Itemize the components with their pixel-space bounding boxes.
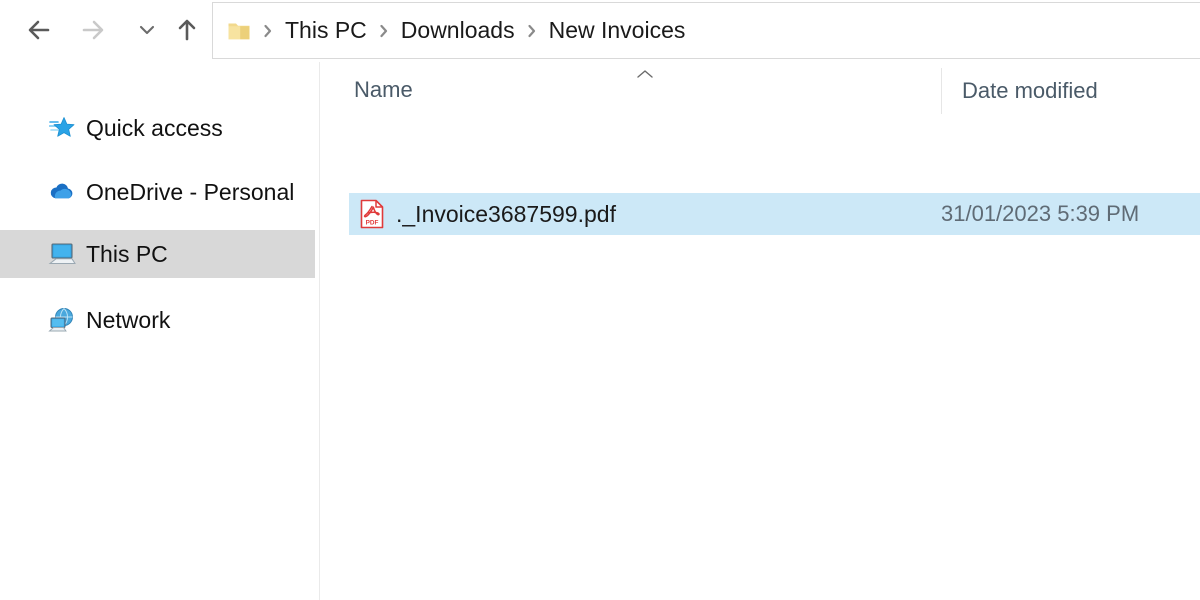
breadcrumb-separator (521, 23, 543, 39)
chevron-down-icon (137, 23, 157, 37)
arrow-right-icon (79, 17, 107, 43)
monitor-icon (48, 240, 76, 268)
breadcrumb: This PC Downloads New Invoices (223, 3, 691, 58)
cloud-icon (48, 178, 76, 206)
pdf-file-icon: PDF (358, 199, 386, 229)
sidebar-item-network[interactable]: Network (0, 296, 315, 344)
column-header-date-modified-label: Date modified (962, 78, 1098, 103)
sidebar-item-this-pc[interactable]: This PC (0, 230, 315, 278)
arrow-left-icon (25, 17, 53, 43)
sidebar-item-label: This PC (86, 240, 168, 267)
breadcrumb-item-this-pc[interactable]: This PC (279, 17, 373, 44)
file-date-modified-cell: 31/01/2023 5:39 PM (941, 201, 1140, 226)
breadcrumb-separator (373, 23, 395, 39)
table-row[interactable]: PDF ._Invoice3687599.pdf 31/01/2023 5:39… (349, 193, 1200, 235)
breadcrumb-item-new-invoices[interactable]: New Invoices (543, 17, 692, 44)
pdf-icon-label: PDF (366, 220, 379, 227)
column-header-date-modified[interactable]: Date modified (941, 68, 1098, 114)
navigation-pane: Quick access OneDrive - Personal This PC (0, 62, 320, 600)
file-name-cell: ._Invoice3687599.pdf (396, 200, 616, 227)
sidebar-item-onedrive[interactable]: OneDrive - Personal (0, 168, 315, 216)
navigation-toolbar: This PC Downloads New Invoices (0, 0, 1200, 62)
chevron-up-icon (634, 67, 656, 81)
column-header-name-label: Name (354, 77, 413, 102)
folder-icon (227, 20, 251, 42)
column-header-row: Name Date modified (321, 62, 1200, 118)
globe-icon (48, 306, 76, 334)
file-list: PDF ._Invoice3687599.pdf 31/01/2023 5:39… (321, 118, 1200, 600)
sidebar-item-label: OneDrive - Personal (86, 178, 295, 205)
column-header-name[interactable]: Name (354, 62, 413, 118)
back-button[interactable] (16, 6, 62, 54)
arrow-up-icon (174, 16, 200, 44)
star-icon (48, 114, 76, 142)
file-list-view: Name Date modified PDF ._Invoice3687599.… (321, 62, 1200, 600)
sidebar-item-label: Network (86, 306, 171, 333)
up-button[interactable] (164, 6, 210, 54)
breadcrumb-separator (257, 23, 279, 39)
breadcrumb-item-downloads[interactable]: Downloads (395, 17, 521, 44)
sidebar-item-label: Quick access (86, 114, 223, 141)
address-bar[interactable]: This PC Downloads New Invoices (212, 2, 1200, 59)
file-explorer-window: This PC Downloads New Invoices Quick acc… (0, 0, 1200, 600)
sidebar-item-quick-access[interactable]: Quick access (0, 104, 315, 152)
forward-button[interactable] (70, 6, 116, 54)
